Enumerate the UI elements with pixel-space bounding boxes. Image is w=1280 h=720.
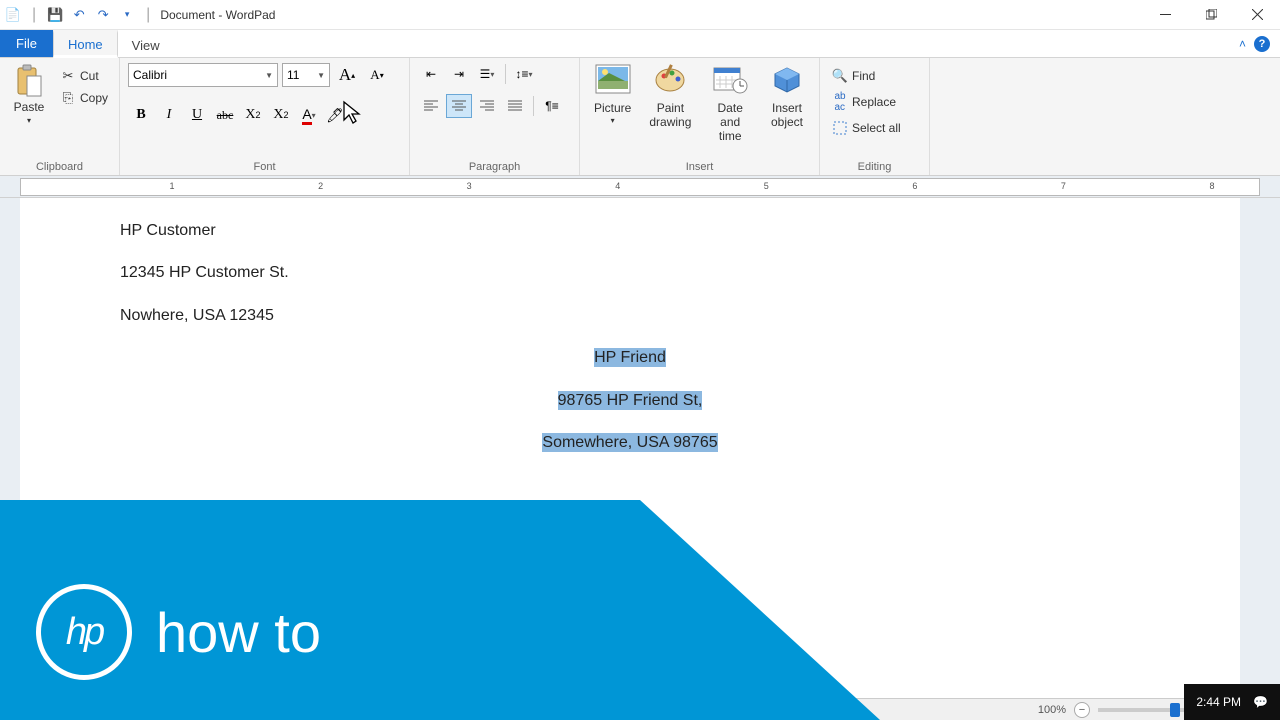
paste-button[interactable]: Paste ▾ <box>8 62 50 127</box>
align-left-button[interactable] <box>418 94 444 118</box>
justify-button[interactable] <box>502 94 528 118</box>
qat-dropdown-icon[interactable]: ▾ <box>118 6 136 24</box>
window-title: Document - WordPad <box>160 8 275 22</box>
increase-indent-button[interactable]: ⇥ <box>446 62 472 86</box>
bold-button[interactable]: B <box>128 102 154 128</box>
hp-banner-text: how to <box>156 600 321 665</box>
picture-icon <box>595 64 631 100</box>
app-icon: 📄 <box>4 6 22 24</box>
calendar-icon <box>712 64 748 100</box>
font-group-label: Font <box>128 159 401 173</box>
doc-line: 12345 HP Customer St. <box>120 262 1140 284</box>
chevron-down-icon: ▼ <box>265 71 273 80</box>
cursor-icon <box>342 100 362 132</box>
doc-line: Nowhere, USA 12345 <box>120 305 1140 327</box>
date-time-button[interactable]: Date and time <box>703 62 757 145</box>
palette-icon <box>652 64 688 100</box>
replace-icon: abac <box>832 94 848 110</box>
zoom-label: 100% <box>1038 704 1066 716</box>
save-icon[interactable]: 💾 <box>46 6 64 24</box>
undo-icon[interactable]: ↶ <box>70 6 88 24</box>
font-color-button[interactable]: A▾ <box>296 102 322 128</box>
select-all-icon <box>832 120 848 136</box>
paragraph-group-label: Paragraph <box>418 159 571 173</box>
object-icon <box>769 64 805 100</box>
font-family-combo[interactable]: Calibri▼ <box>128 63 278 87</box>
zoom-thumb[interactable] <box>1170 703 1180 717</box>
ruler[interactable]: 1 2 3 4 5 6 7 8 <box>20 178 1260 196</box>
strikethrough-button[interactable]: abc <box>212 102 238 128</box>
find-icon: 🔍 <box>832 68 848 84</box>
line-spacing-button[interactable]: ↕≡▾ <box>511 62 537 86</box>
doc-line: HP Customer <box>120 220 1140 242</box>
doc-line-selected: Somewhere, USA 98765 <box>120 432 1140 454</box>
align-right-button[interactable] <box>474 94 500 118</box>
home-tab[interactable]: Home <box>53 30 118 58</box>
doc-line-selected: 98765 HP Friend St, <box>120 390 1140 412</box>
underline-button[interactable]: U <box>184 102 210 128</box>
help-icon[interactable]: ? <box>1254 36 1270 52</box>
zoom-out-button[interactable]: − <box>1074 702 1090 718</box>
cut-button[interactable]: ✂Cut <box>56 66 112 86</box>
font-size-combo[interactable]: 11▼ <box>282 63 330 87</box>
notification-icon[interactable]: 💬 <box>1253 695 1268 709</box>
paragraph-dialog-button[interactable]: ¶≡ <box>539 94 565 118</box>
maximize-button[interactable] <box>1188 0 1234 30</box>
grow-font-button[interactable]: A▴ <box>334 62 360 88</box>
picture-button[interactable]: Picture▾ <box>588 62 637 127</box>
select-all-button[interactable]: Select all <box>828 118 905 138</box>
decrease-indent-button[interactable]: ⇤ <box>418 62 444 86</box>
redo-icon[interactable]: ↷ <box>94 6 112 24</box>
file-tab[interactable]: File <box>0 30 53 57</box>
collapse-ribbon-icon[interactable]: ˄ <box>1239 37 1246 51</box>
superscript-button[interactable]: X2 <box>268 102 294 128</box>
view-tab[interactable]: View <box>118 30 174 57</box>
separator <box>533 96 534 116</box>
bullet-list-button[interactable]: ☰▾ <box>474 62 500 86</box>
subscript-button[interactable]: X2 <box>240 102 266 128</box>
doc-line-selected: HP Friend <box>120 347 1140 369</box>
paste-label: Paste <box>14 100 45 114</box>
close-button[interactable] <box>1234 0 1280 30</box>
copy-button[interactable]: ⎘Copy <box>56 88 112 108</box>
hp-logo-icon: hp <box>36 584 132 680</box>
minimize-button[interactable] <box>1142 0 1188 30</box>
find-button[interactable]: 🔍Find <box>828 66 905 86</box>
chevron-down-icon: ▼ <box>317 71 325 80</box>
clipboard-group-label: Clipboard <box>8 159 111 173</box>
paint-drawing-button[interactable]: Paint drawing <box>643 62 697 132</box>
replace-button[interactable]: abacReplace <box>828 92 905 112</box>
copy-icon: ⎘ <box>60 90 76 106</box>
editing-group-label: Editing <box>828 159 921 173</box>
clock[interactable]: 2:44 PM <box>1196 695 1241 709</box>
separator: | <box>32 6 36 24</box>
insert-group-label: Insert <box>588 159 811 173</box>
align-center-button[interactable] <box>446 94 472 118</box>
separator <box>505 64 506 84</box>
insert-object-button[interactable]: Insert object <box>763 62 811 132</box>
scissors-icon: ✂ <box>60 68 76 84</box>
italic-button[interactable]: I <box>156 102 182 128</box>
shrink-font-button[interactable]: A▾ <box>364 62 390 88</box>
separator: | <box>146 6 150 24</box>
